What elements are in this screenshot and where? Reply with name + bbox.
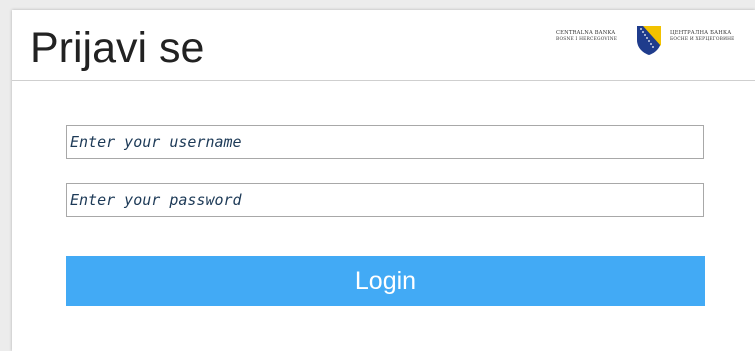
login-panel: Prijavi se CENTRALNA BANKA BOSNE I HERCE… [12,10,755,351]
logo-text-left-line2: BOSNE I HERCEGOVINE [556,37,618,42]
password-input[interactable] [66,183,704,217]
logo-text-right-line1: ЦЕНТРАЛНА БАНКА [670,30,732,36]
page-title: Prijavi se [30,24,205,72]
central-bank-logo: CENTRALNA BANKA BOSNE I HERCEGOVINE ЦЕНТ… [556,24,746,58]
username-input[interactable] [66,125,704,159]
coat-of-arms-icon [637,26,661,55]
panel-header: Prijavi se CENTRALNA BANKA BOSNE I HERCE… [12,10,755,81]
login-button[interactable]: Login [66,256,705,306]
logo-text-left-line1: CENTRALNA BANKA [556,30,616,36]
logo-text-right-line2: БОСНЕ И ХЕРЦЕГОВИНЕ [670,37,735,42]
